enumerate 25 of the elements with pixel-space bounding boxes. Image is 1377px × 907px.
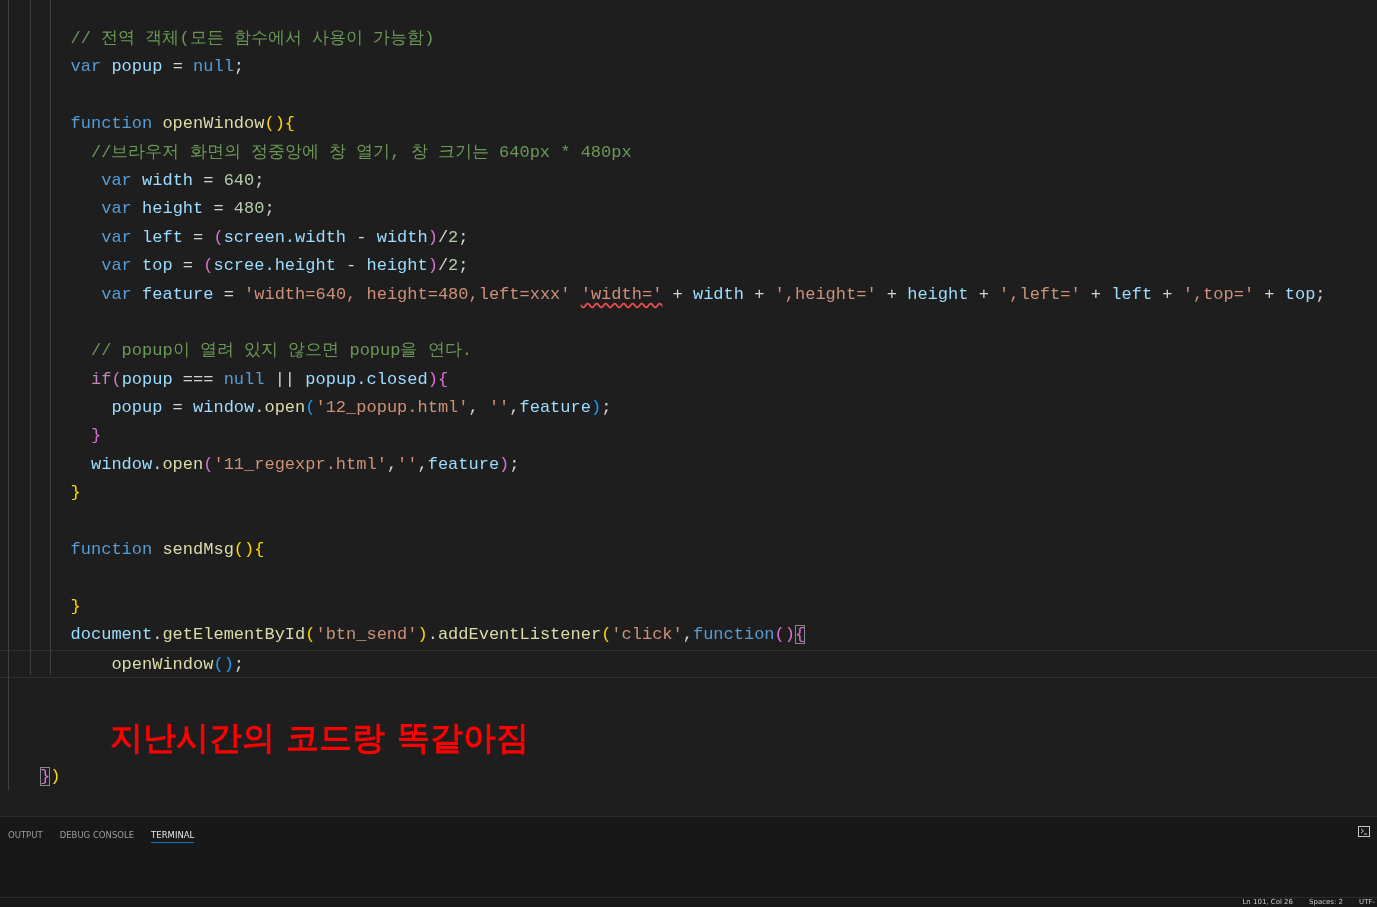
code-line: var height = 480; bbox=[100, 198, 275, 221]
code-line: // popup이 열려 있지 않으면 popup을 연다. bbox=[90, 340, 472, 363]
code-line: //브라우저 화면의 정중앙에 창 열기, 창 크기는 640px * 480px bbox=[90, 141, 632, 164]
code-line: } bbox=[90, 425, 102, 448]
panel-tab[interactable]: OUTPUT bbox=[8, 827, 43, 843]
code-line: var top = (scree.height - height)/2; bbox=[100, 255, 469, 278]
code-line: } bbox=[69, 482, 81, 505]
code-line: var feature = 'width=640, height=480,left=xxx' 'width=' + width + ',height=' + height + ',left=' + left + ',top=' + top; bbox=[100, 283, 1326, 306]
code-line: window.open('11_regexpr.html','',feature); bbox=[90, 453, 520, 476]
code-line: var width = 640; bbox=[100, 169, 265, 192]
code-line: if(popup === null || popup.closed){ bbox=[90, 368, 449, 391]
code-line: function openWindow(){ bbox=[69, 113, 296, 136]
code-line: popup = window.open('12_popup.html', '',feature); bbox=[110, 397, 612, 420]
annotation-text: 지난시간의 코드랑 똑같아짐 bbox=[110, 717, 529, 759]
terminal-icon[interactable] bbox=[1358, 826, 1370, 837]
panel-tab[interactable]: DEBUG CONSOLE bbox=[59, 827, 135, 843]
code-line: openWindow(); bbox=[110, 653, 245, 676]
code-line: var left = (screen.width - width)/2; bbox=[100, 226, 469, 249]
code-line: } bbox=[69, 595, 81, 618]
code-line: function sendMsg(){ bbox=[69, 539, 265, 562]
code-line: document.getElementById('btn_send').addEventListener('click',function(){ bbox=[69, 624, 806, 647]
code-line: // 전역 객체(모든 함수에서 사용이 가능함) bbox=[69, 28, 435, 50]
panel-tab[interactable]: TERMINAL bbox=[151, 827, 195, 843]
code-line: }) bbox=[40, 766, 61, 789]
code-line: var popup = null; bbox=[69, 56, 245, 79]
